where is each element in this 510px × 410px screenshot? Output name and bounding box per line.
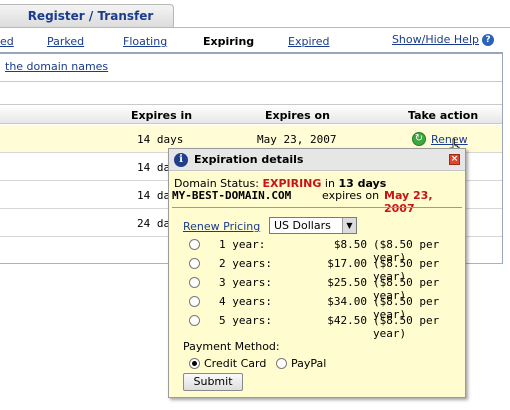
- currency-select[interactable]: US Dollars ▼: [269, 217, 357, 234]
- option-price: $34.00: [327, 295, 367, 308]
- nav-item-parked[interactable]: Parked: [47, 35, 84, 48]
- radio-button[interactable]: [276, 358, 287, 369]
- tab-register-transfer[interactable]: Register / Transfer: [0, 4, 174, 27]
- nav-item-floating[interactable]: Floating: [123, 35, 167, 48]
- content-right-border: [502, 52, 503, 264]
- payment-method-label: Payment Method:: [183, 340, 280, 353]
- close-icon[interactable]: ×: [449, 154, 460, 165]
- column-header-take-action: Take action: [408, 109, 479, 122]
- popup-header: i Expiration details ×: [169, 149, 465, 171]
- option-per-year: ($8.50 per year): [373, 314, 440, 340]
- option-price: $17.00: [327, 257, 367, 270]
- payment-option-label: Credit Card: [204, 357, 267, 370]
- option-price: $8.50: [333, 238, 367, 251]
- option-term: 4 years:: [219, 295, 272, 308]
- domain-filter-nav: ed Parked Floating Expiring Expired Show…: [0, 28, 510, 54]
- expiration-details-popup: i Expiration details × Domain Status: EX…: [168, 148, 466, 398]
- radio-button[interactable]: [189, 296, 200, 307]
- tab-register-transfer-label: Register / Transfer: [27, 9, 154, 23]
- option-price: $25.50: [327, 276, 367, 289]
- option-price: $42.50: [327, 314, 367, 327]
- nav-divider: [0, 52, 503, 54]
- renew-option-4-years[interactable]: 4 years: $34.00 ($8.50 per year): [189, 294, 465, 321]
- content-divider: [0, 81, 502, 82]
- domain-name: MY-BEST-DOMAIN.COM: [172, 189, 292, 202]
- nav-item-expired[interactable]: Expired: [288, 35, 330, 48]
- renew-option-5-years[interactable]: 5 years: $42.50 ($8.50 per year): [189, 313, 465, 340]
- help-toggle-label[interactable]: Show/Hide Help: [392, 33, 479, 46]
- renew-pricing-link[interactable]: Renew Pricing: [183, 220, 260, 233]
- row-expires-in: 14 days: [137, 133, 184, 146]
- info-icon: i: [174, 153, 188, 167]
- column-header-expires-in: Expires in: [131, 109, 193, 122]
- radio-button[interactable]: [189, 239, 200, 250]
- option-term: 2 years:: [219, 257, 272, 270]
- renew-option-3-years[interactable]: 3 years: $25.50 ($8.50 per year): [189, 275, 465, 302]
- currency-value: US Dollars: [274, 219, 331, 232]
- renew-icon[interactable]: ↻: [412, 132, 426, 146]
- domain-names-link[interactable]: the domain names: [5, 60, 108, 73]
- help-toggle[interactable]: Show/Hide Help?: [392, 33, 494, 46]
- domain-expiry-line: MY-BEST-DOMAIN.COM expires on May 23, 20…: [172, 189, 462, 215]
- nav-item-expiring[interactable]: Expiring: [203, 35, 254, 48]
- radio-button[interactable]: [189, 277, 200, 288]
- option-term: 3 years:: [219, 276, 272, 289]
- table-header: Expires in Expires on Take action: [0, 104, 502, 124]
- chevron-down-icon[interactable]: ▼: [342, 218, 356, 233]
- radio-button[interactable]: [189, 315, 200, 326]
- submit-button[interactable]: Submit: [183, 373, 243, 391]
- radio-button[interactable]: [189, 258, 200, 269]
- expires-on-date: May 23, 2007: [384, 189, 433, 215]
- payment-option-credit-card[interactable]: Credit Card: [189, 356, 266, 370]
- question-circle-icon[interactable]: ?: [482, 34, 494, 46]
- popup-title: Expiration details: [194, 153, 304, 166]
- popup-divider: [172, 207, 462, 208]
- renew-option-2-years[interactable]: 2 years: $17.00 ($8.50 per year): [189, 256, 465, 283]
- renew-option-1-year[interactable]: 1 year: $8.50 ($8.50 per year): [189, 237, 465, 264]
- option-term: 5 years:: [219, 314, 272, 327]
- payment-option-label: PayPal: [291, 357, 327, 370]
- radio-button-selected[interactable]: [189, 358, 200, 369]
- nav-item-partial[interactable]: ed: [0, 35, 14, 48]
- expires-on-label: expires on: [322, 189, 380, 202]
- column-header-expires-on: Expires on: [265, 109, 330, 122]
- payment-option-paypal[interactable]: PayPal: [276, 356, 326, 370]
- row-expires-on: May 23, 2007: [257, 133, 337, 146]
- option-term: 1 year:: [219, 238, 266, 251]
